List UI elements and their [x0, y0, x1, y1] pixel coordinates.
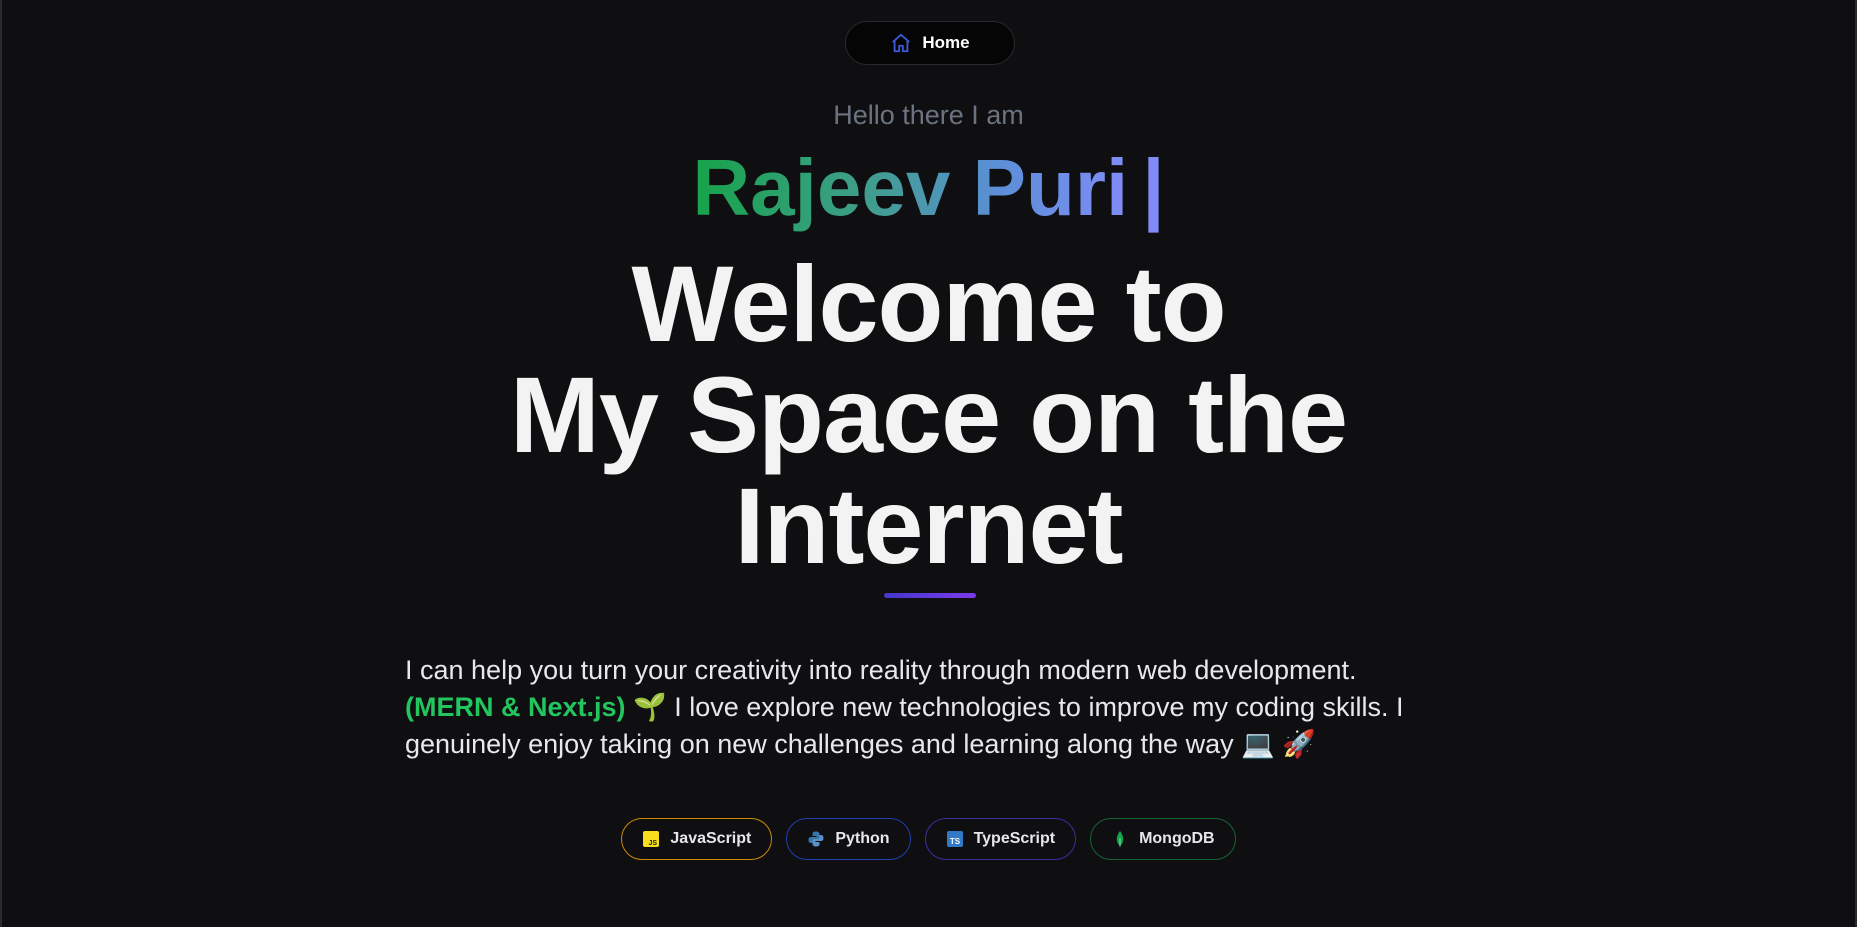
- headline-line-3: Internet: [734, 465, 1123, 586]
- name-text: Rajeev Puri: [692, 143, 1129, 232]
- skill-label: MongoDB: [1139, 830, 1215, 847]
- home-icon: [890, 32, 912, 54]
- home-nav-label: Home: [922, 33, 970, 52]
- bio-text-start: I can help you turn your creativity into…: [405, 655, 1357, 685]
- rocket-emoji: 🚀: [1282, 729, 1316, 759]
- mongodb-icon: [1111, 830, 1129, 848]
- skill-label: JavaScript: [670, 830, 752, 847]
- laptop-emoji: 💻: [1241, 729, 1275, 759]
- headline-underline: [884, 593, 976, 598]
- headline-line-2: My Space on the: [509, 354, 1348, 475]
- headline: Welcome to My Space on the Internet: [2, 248, 1855, 581]
- javascript-icon: JS: [642, 830, 660, 848]
- svg-text:TS: TS: [949, 837, 960, 846]
- skill-chip-python[interactable]: Python: [786, 818, 911, 860]
- bio-highlight: (MERN & Next.js): [405, 692, 626, 722]
- typing-cursor: |: [1142, 143, 1165, 232]
- skill-label: TypeScript: [973, 830, 1056, 847]
- seedling-emoji: 🌱: [633, 692, 667, 722]
- typescript-icon: TS: [946, 830, 964, 848]
- skill-chip-javascript[interactable]: JS JavaScript: [621, 818, 773, 860]
- skill-chip-mongodb[interactable]: MongoDB: [1090, 818, 1236, 860]
- bio-paragraph: I can help you turn your creativity into…: [405, 652, 1455, 763]
- skills-list: JS JavaScript Python TS TypeScript Mongo…: [2, 818, 1855, 860]
- python-icon: [807, 830, 825, 848]
- skill-chip-typescript[interactable]: TS TypeScript: [924, 818, 1077, 860]
- hero-name: Rajeev Puri |: [2, 140, 1855, 236]
- svg-text:JS: JS: [649, 840, 658, 847]
- skill-label: Python: [835, 830, 890, 847]
- home-nav-button[interactable]: Home: [845, 21, 1015, 65]
- headline-line-1: Welcome to: [631, 243, 1226, 364]
- greeting-text: Hello there I am: [833, 100, 1024, 130]
